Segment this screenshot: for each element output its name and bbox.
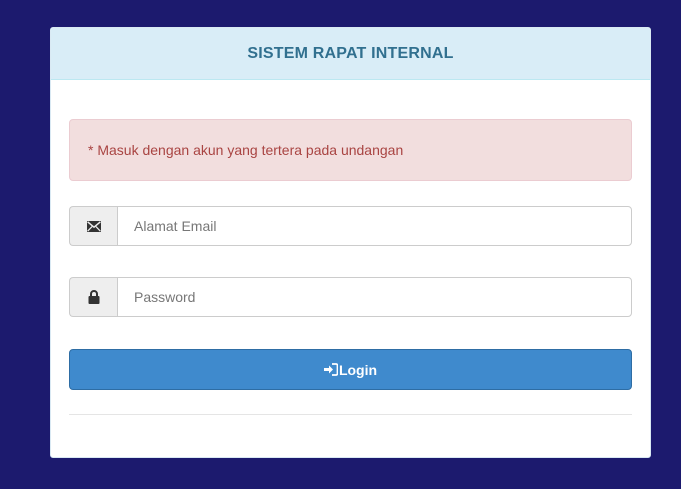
login-panel: SISTEM RAPAT INTERNAL * Masuk dengan aku…	[50, 27, 651, 458]
lock-icon	[69, 277, 117, 317]
email-input-group	[69, 206, 632, 246]
info-alert: * Masuk dengan akun yang tertera pada un…	[69, 119, 632, 181]
envelope-icon	[69, 206, 117, 246]
divider	[69, 414, 632, 415]
page-title: SISTEM RAPAT INTERNAL	[247, 44, 454, 62]
panel-heading: SISTEM RAPAT INTERNAL	[51, 28, 650, 80]
login-button[interactable]: Login	[69, 349, 632, 390]
log-in-icon	[323, 363, 338, 376]
password-input-group	[69, 277, 632, 317]
password-field[interactable]	[117, 277, 632, 317]
alert-message: * Masuk dengan akun yang tertera pada un…	[88, 142, 404, 158]
email-field[interactable]	[117, 206, 632, 246]
login-button-label: Login	[338, 361, 378, 378]
